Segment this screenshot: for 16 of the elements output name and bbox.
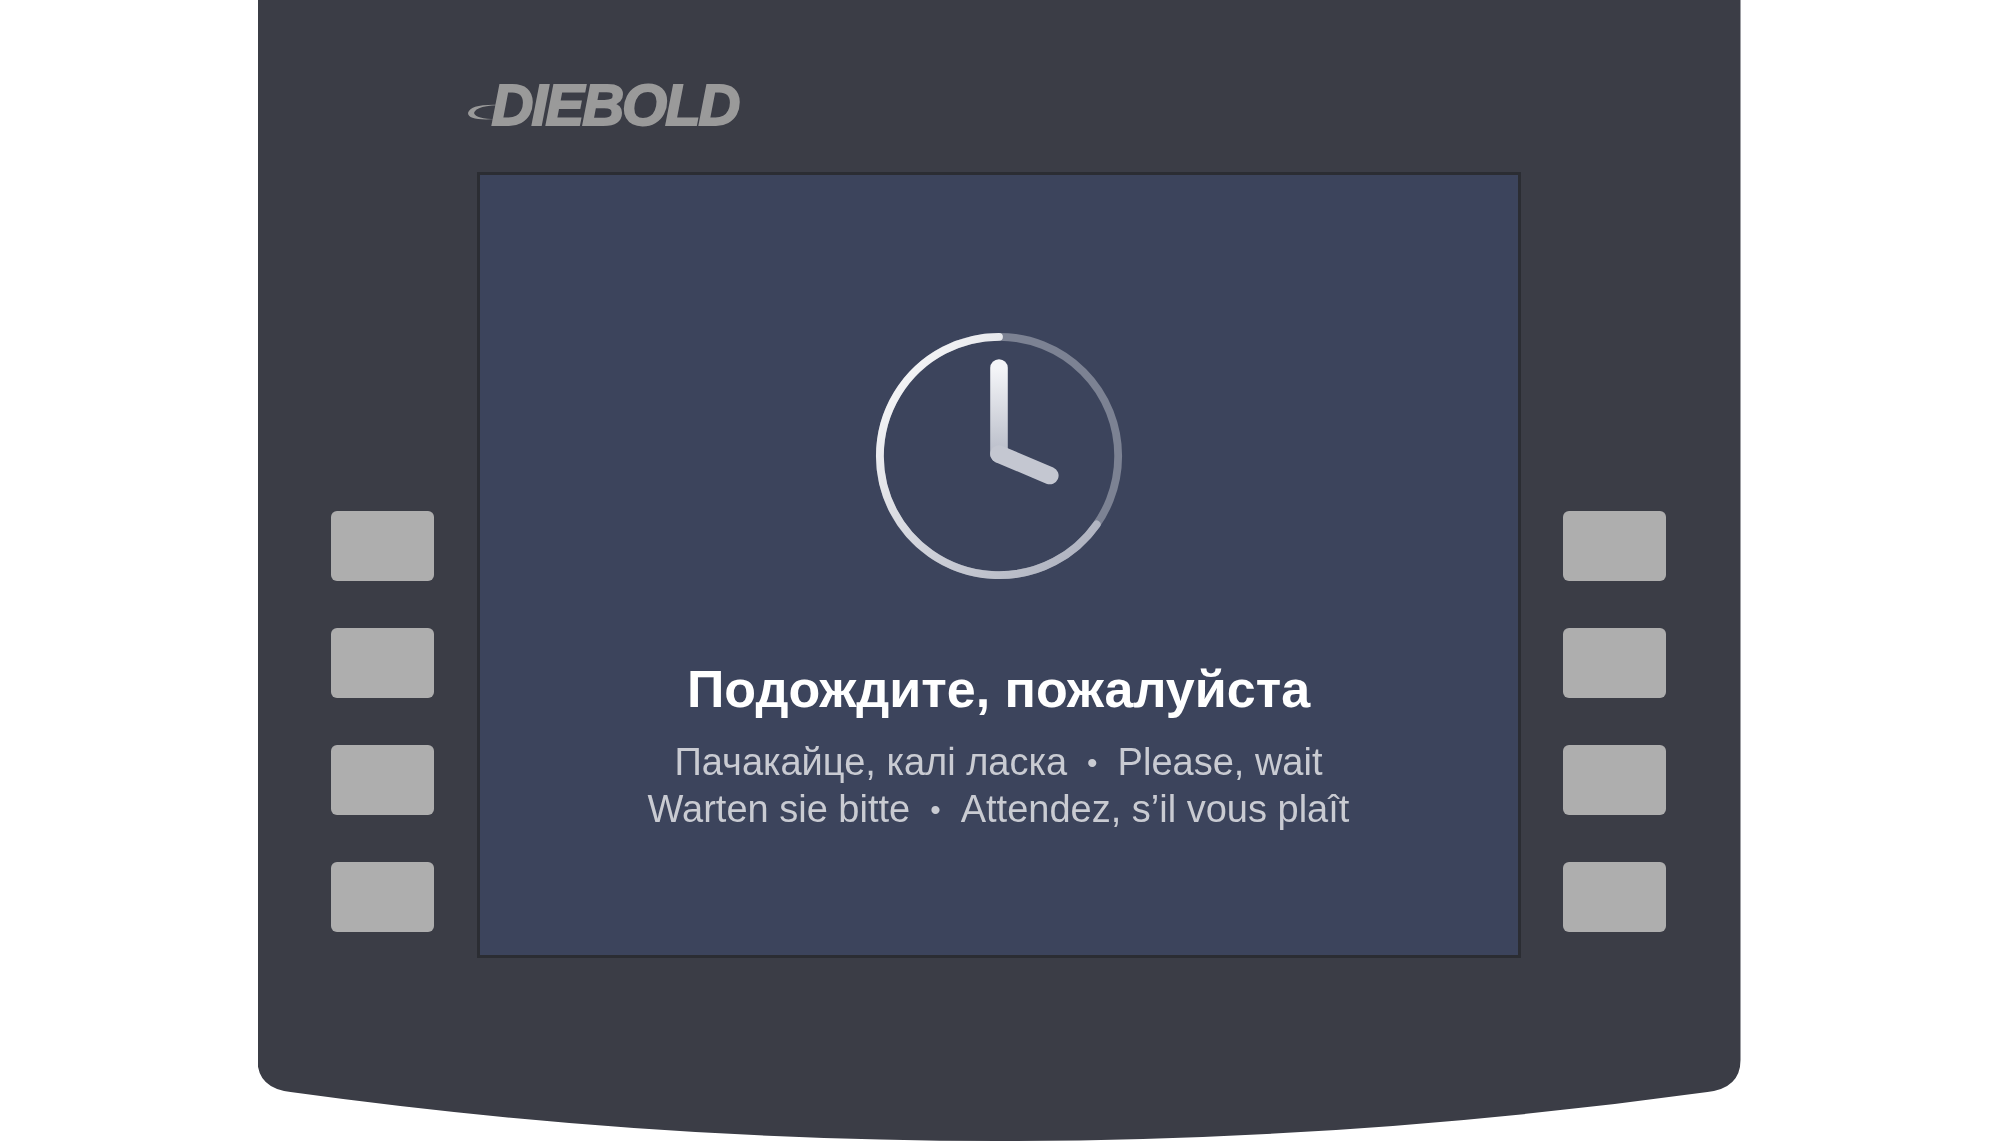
wait-message: Warten sie bitte	[647, 787, 911, 832]
wait-message: Пачакайце, калі ласка	[674, 740, 1068, 785]
side-key[interactable]	[330, 511, 434, 581]
side-key[interactable]	[330, 862, 434, 932]
side-key[interactable]	[1562, 511, 1666, 581]
logo-text: DIEBOLD	[491, 70, 739, 138]
wait-message: Please, wait	[1117, 740, 1323, 785]
wait-message: Attendez, s’il vous plaît	[960, 787, 1350, 832]
side-key[interactable]	[1562, 745, 1666, 815]
separator-dot: •	[930, 792, 941, 828]
separator-dot: •	[1087, 745, 1098, 781]
side-key[interactable]	[1562, 862, 1666, 932]
wait-title: Подождите, пожалуйста	[686, 659, 1311, 719]
side-key[interactable]	[1562, 628, 1666, 698]
side-key[interactable]	[330, 628, 434, 698]
side-key[interactable]	[330, 745, 434, 815]
